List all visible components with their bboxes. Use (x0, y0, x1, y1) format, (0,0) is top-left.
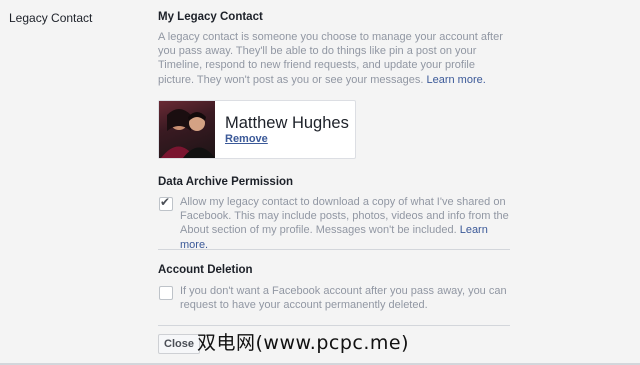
data-archive-checkbox[interactable]: ✔ (159, 195, 173, 211)
data-archive-description: Allow my legacy contact to download a co… (180, 195, 514, 252)
avatar[interactable] (159, 101, 215, 158)
legacy-contact-card: Matthew Hughes Remove (158, 100, 356, 159)
account-deletion-title: Account Deletion (158, 264, 253, 276)
data-archive-title: Data Archive Permission (158, 176, 294, 188)
learn-more-link[interactable]: Learn more. (426, 74, 485, 86)
legacy-description: A legacy contact is someone you choose t… (158, 30, 510, 87)
watermark-text: 双电网(www.pcpc.me) (197, 332, 409, 354)
account-deletion-text: If you don't want a Facebook account aft… (180, 285, 507, 312)
divider (158, 325, 510, 326)
checkmark-icon: ✔ (160, 195, 171, 209)
account-deletion-checkbox[interactable] (159, 286, 173, 300)
divider (158, 249, 510, 250)
settings-section-label: Legacy Contact (9, 11, 93, 25)
remove-contact-link[interactable]: Remove (225, 133, 268, 145)
profile-photo-icon (161, 109, 215, 158)
my-legacy-contact-title: My Legacy Contact (158, 11, 263, 23)
close-button[interactable]: Close (158, 334, 200, 354)
contact-name[interactable]: Matthew Hughes (225, 114, 349, 133)
